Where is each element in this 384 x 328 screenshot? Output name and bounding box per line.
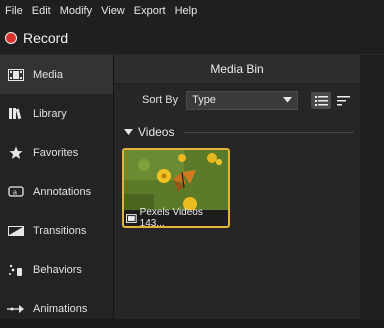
sidebar-item-transitions[interactable]: Transitions <box>0 211 113 250</box>
animations-icon <box>7 302 25 316</box>
clip-name: Pexels Videos 143... <box>139 207 203 228</box>
sort-by-dropdown[interactable]: Type <box>186 90 299 110</box>
chevron-down-icon <box>283 94 293 106</box>
sidebar-item-label: Annotations <box>33 185 92 198</box>
sort-row: Sort By Type <box>114 84 360 116</box>
film-icon <box>7 68 25 82</box>
list-view-button[interactable] <box>311 91 332 109</box>
clip-thumbnail[interactable]: Pexels Videos 143... <box>122 148 230 228</box>
annotation-icon: a <box>7 185 25 199</box>
record-toolbar: Record <box>0 22 384 55</box>
sidebar-item-behaviors[interactable]: Behaviors <box>0 250 113 289</box>
sidebar-item-favorites[interactable]: Favorites <box>0 133 113 172</box>
sidebar-item-animations[interactable]: Animations <box>0 289 113 328</box>
menu-export[interactable]: Export <box>134 5 166 17</box>
sort-order-icon <box>336 95 350 105</box>
menu-modify[interactable]: Modify <box>60 5 92 17</box>
record-icon[interactable] <box>5 32 17 44</box>
video-clip-icon <box>126 213 137 223</box>
sidebar-item-label: Animations <box>33 302 88 315</box>
transition-icon <box>7 224 25 238</box>
menu-edit[interactable]: Edit <box>32 5 51 17</box>
record-button[interactable]: Record <box>23 30 68 46</box>
sidebar-item-label: Media <box>33 68 63 81</box>
sort-by-value: Type <box>192 94 216 106</box>
sort-order-button[interactable] <box>333 92 353 109</box>
sidebar-item-annotations[interactable]: a Annotations <box>0 172 113 211</box>
collapse-triangle-icon <box>124 128 133 135</box>
videos-section-header[interactable]: Videos <box>124 125 354 139</box>
panel-title: Media Bin <box>114 55 360 84</box>
sort-by-label: Sort By <box>142 94 179 106</box>
sidebar-item-label: Favorites <box>33 146 79 159</box>
sidebar-item-label: Library <box>33 107 67 120</box>
sidebar-item-label: Transitions <box>33 224 87 237</box>
menu-help[interactable]: Help <box>175 5 198 17</box>
right-panel-edge <box>360 55 384 319</box>
sidebar-item-media[interactable]: Media <box>0 55 113 94</box>
behaviors-icon <box>7 263 25 277</box>
section-label: Videos <box>138 125 175 139</box>
section-divider <box>184 131 354 133</box>
sidebar-item-label: Behaviors <box>33 263 82 276</box>
star-icon <box>7 146 25 160</box>
list-view-icon <box>314 95 328 106</box>
sidebar-item-library[interactable]: Library <box>0 94 113 133</box>
butterfly-flower-thumbnail-image <box>124 150 228 210</box>
clip-caption: Pexels Videos 143... <box>124 207 228 228</box>
menu-view[interactable]: View <box>101 5 125 17</box>
books-icon <box>7 107 25 121</box>
menu-bar: File Edit Modify View Export Help <box>0 0 384 22</box>
sidebar: Media Library Favorites a Annotations Tr… <box>0 55 114 319</box>
media-bin-panel: Media Bin Sort By Type Videos Pexels Vid… <box>114 55 360 319</box>
menu-file[interactable]: File <box>5 5 23 17</box>
svg-text:a: a <box>13 190 17 197</box>
